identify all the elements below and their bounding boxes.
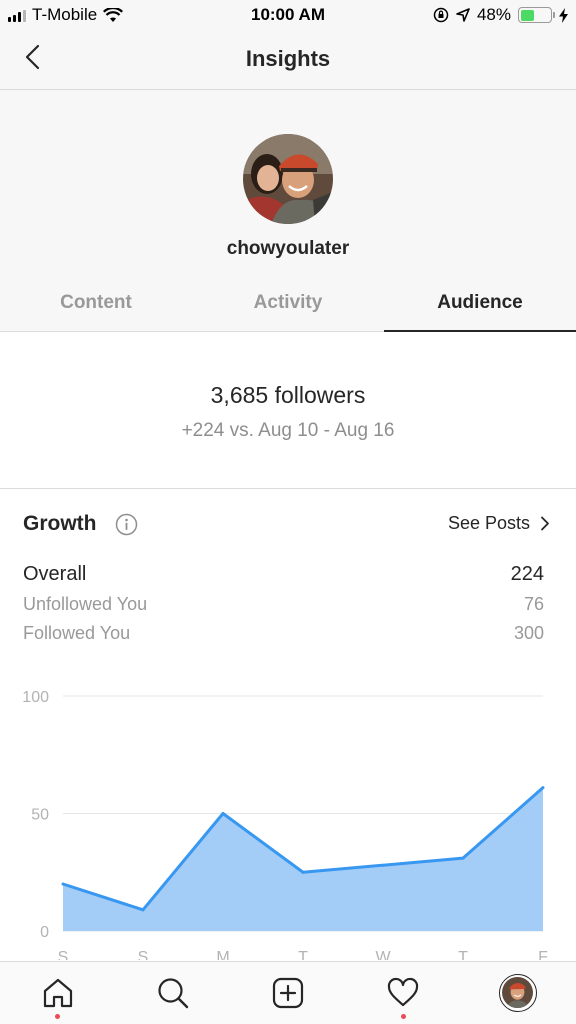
chart-data-point (221, 812, 225, 815)
see-posts-link[interactable]: See Posts (448, 513, 550, 534)
stat-unfollowed: Unfollowed You 76 (23, 594, 544, 615)
nav-activity[interactable] (373, 963, 433, 1023)
stat-overall: Overall 224 (23, 563, 544, 586)
see-posts-label: See Posts (447, 513, 530, 533)
status-bar: T-Mobile 10:00 AM 48% (0, 0, 576, 30)
info-icon[interactable] (115, 513, 138, 536)
stat-followed-label: Followed You (23, 623, 131, 643)
profile-header-area: Insights chowyoulater Content Activity A… (0, 30, 576, 332)
nav-home[interactable] (28, 963, 88, 1023)
battery-percent: 48% (476, 5, 511, 24)
heart-icon (388, 977, 419, 1007)
nav-new-post[interactable] (258, 963, 318, 1023)
growth-chart: 0 50 100 S S M T W T F (0, 680, 576, 960)
followers-change: +224 vs. Aug 10 - Aug 16 (181, 420, 395, 441)
profile-photo (243, 134, 333, 224)
chart-area-fill (63, 787, 543, 931)
insights-tabs: Content Activity Audience (0, 282, 576, 332)
chart-data-point (381, 863, 385, 867)
bottom-navigation (0, 961, 576, 1024)
add-post-icon (272, 977, 304, 1009)
home-icon (43, 978, 72, 1008)
chart-x-tick-label: T (458, 949, 468, 960)
chart-data-point (301, 870, 305, 874)
nav-profile[interactable] (488, 963, 548, 1023)
chart-data-point (541, 786, 545, 790)
chart-x-tick-label: S (58, 949, 69, 960)
chart-x-tick-label: M (216, 949, 229, 960)
chart-x-tick-label: S (138, 949, 149, 960)
chart-data-point (61, 882, 65, 886)
stat-followed: Followed You 300 (23, 623, 544, 644)
followers-summary: 3,685 followers +224 vs. Aug 10 - Aug 16 (0, 332, 576, 489)
growth-heading: Growth (23, 512, 97, 535)
chart-x-tick-label: W (375, 949, 391, 960)
profile-avatar[interactable] (243, 134, 333, 224)
page-title: Insights (245, 46, 331, 71)
chart-x-tick-label: T (298, 949, 308, 960)
tab-audience[interactable]: Audience (384, 282, 576, 332)
navigation-bar: Insights (0, 30, 576, 90)
search-icon (158, 978, 188, 1009)
stat-followed-value: 300 (513, 623, 544, 643)
status-bar-right: 48% (433, 5, 568, 25)
chart-x-tick-label: F (538, 949, 548, 960)
chart-y-tick-label: 50 (31, 807, 49, 824)
followers-count: 3,685 followers (210, 382, 366, 408)
profile-username: chowyoulater (226, 238, 350, 259)
chart-data-point (461, 856, 465, 860)
growth-chart-svg: 0 50 100 S S M T W T F (22, 689, 548, 960)
home-notification-dot (55, 1014, 61, 1019)
nav-search[interactable] (143, 963, 203, 1023)
profile-avatar-icon (499, 974, 538, 1012)
battery-level (520, 9, 535, 21)
chart-data-point (141, 908, 145, 912)
stat-unfollowed-value: 76 (523, 594, 544, 614)
orientation-lock-icon (433, 7, 449, 23)
chevron-right-icon (541, 516, 549, 531)
charging-bolt-icon (559, 7, 568, 23)
stat-overall-value: 224 (510, 563, 544, 585)
chart-y-tick-label: 0 (40, 924, 49, 941)
chart-y-tick-label: 100 (22, 689, 49, 706)
tab-content[interactable]: Content (0, 282, 192, 331)
stat-unfollowed-label: Unfollowed You (23, 594, 148, 614)
tab-activity[interactable]: Activity (192, 282, 384, 331)
battery-icon (518, 7, 555, 23)
location-arrow-icon (456, 8, 470, 22)
insights-screen: T-Mobile 10:00 AM 48% Insights chowyoula… (0, 0, 576, 1024)
stat-overall-label: Overall (23, 563, 87, 585)
activity-notification-dot (400, 1014, 406, 1019)
